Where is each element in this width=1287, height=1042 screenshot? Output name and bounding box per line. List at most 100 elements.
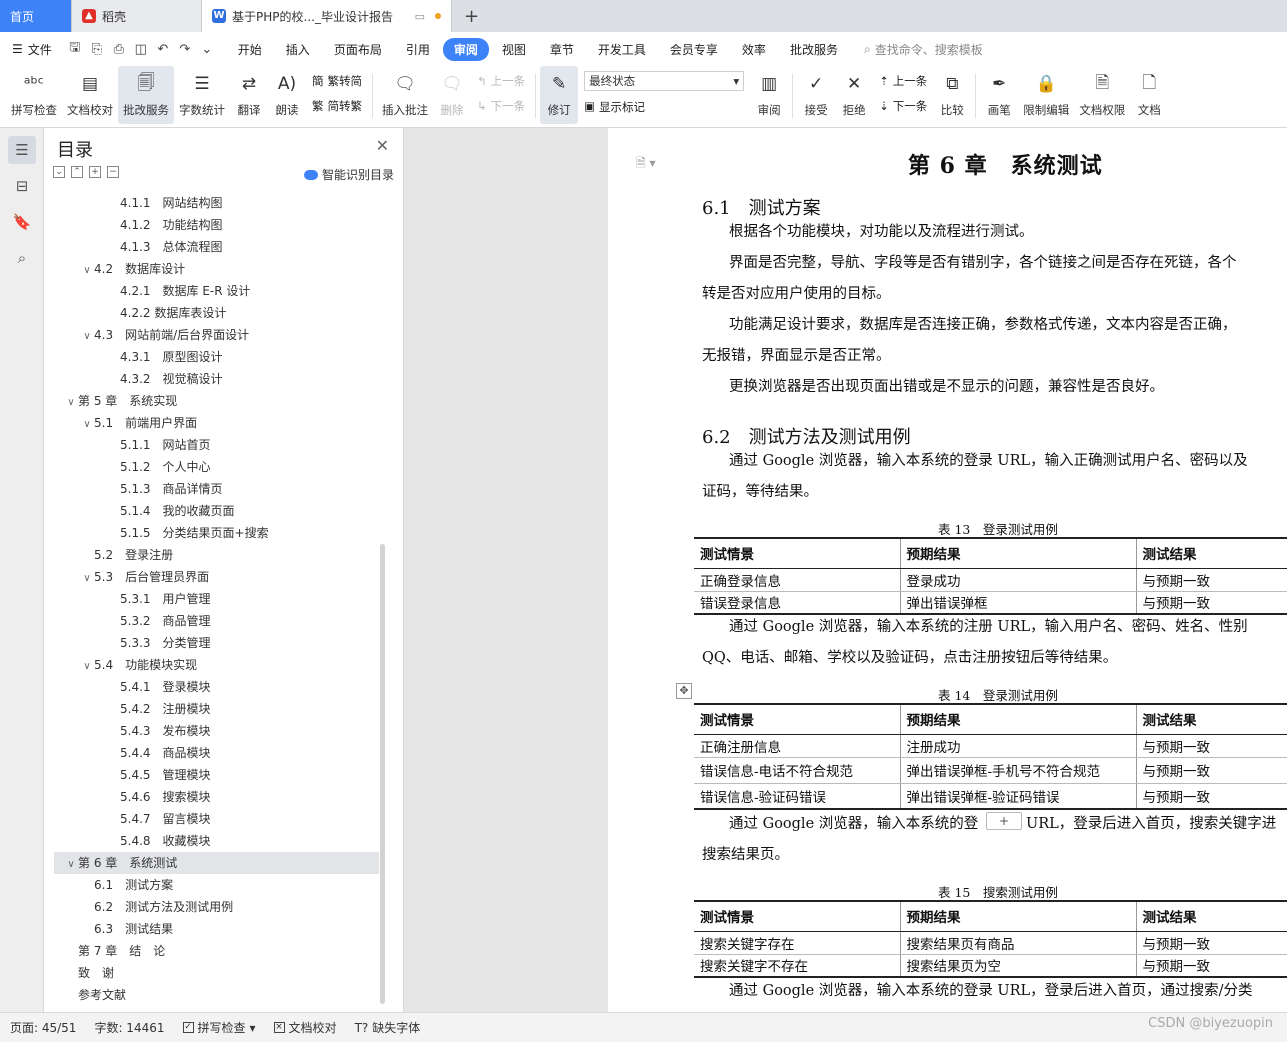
chapter-nav-icon[interactable]: ⊟ <box>8 172 36 200</box>
toc-item[interactable]: 6.3 测试结果 <box>54 918 379 940</box>
correction-service-button[interactable]: 🗐 批改服务 <box>118 66 174 124</box>
translate-button[interactable]: ⇄ 翻译 <box>230 66 268 124</box>
save-icon[interactable]: 🖫 <box>64 38 86 60</box>
doc-more-button[interactable]: 🗋 文档 <box>1130 66 1168 124</box>
toc-item[interactable]: 参考文献 <box>54 984 379 1006</box>
menu-tab-correction[interactable]: 批改服务 <box>779 38 849 61</box>
toc-item[interactable]: 5.3.1 用户管理 <box>54 588 379 610</box>
find-icon[interactable]: ⌕ <box>8 244 36 272</box>
remove-heading-icon[interactable]: − <box>107 166 119 178</box>
menu-tab-chapter[interactable]: 章节 <box>539 38 585 61</box>
toc-item[interactable]: 4.2.2 数据库表设计 <box>54 302 379 324</box>
toc-item[interactable]: 6.1 测试方案 <box>54 874 379 896</box>
prev-comment-button[interactable]: ↰ 上一条 <box>477 73 525 89</box>
toc-item[interactable]: 4.1.3 总体流程图 <box>54 236 379 258</box>
toc-item[interactable]: 5.3.3 分类管理 <box>54 632 379 654</box>
tab-daoke[interactable]: ▲ 稻壳 <box>72 0 202 32</box>
accept-button[interactable]: ✓ 接受 <box>797 66 835 124</box>
word-count-button[interactable]: ☰ 字数统计 <box>174 66 230 124</box>
toc-item[interactable]: 5.1.2 个人中心 <box>54 456 379 478</box>
menu-tab-reference[interactable]: 引用 <box>395 38 441 61</box>
reject-button[interactable]: ✕ 拒绝 <box>835 66 873 124</box>
close-icon[interactable]: ✕ <box>376 136 389 155</box>
chevron-down-icon[interactable]: ∨ <box>80 656 94 678</box>
chevron-down-icon[interactable]: ∨ <box>80 568 94 590</box>
toc-item[interactable]: 5.2 登录注册 <box>54 544 379 566</box>
table-move-handle-icon[interactable]: ✥ <box>676 683 692 699</box>
toc-item[interactable]: 5.4.6 搜索模块 <box>54 786 379 808</box>
add-heading-icon[interactable]: + <box>89 166 101 178</box>
bookmark-icon[interactable]: 🔖 <box>8 208 36 236</box>
document-page[interactable]: 🗎 ▾ 第 6 章 系统测试 6.1 测试方案 根据各个功能模块，对功能以及流程… <box>608 128 1287 1012</box>
chevron-down-icon[interactable]: ∨ <box>64 392 78 414</box>
file-menu[interactable]: ☰ 文件 <box>12 41 52 58</box>
word-count[interactable]: 字数: 14461 <box>94 1019 164 1036</box>
expand-up-icon[interactable]: ⌃ <box>71 166 83 178</box>
toc-item[interactable]: 5.4.7 留言模块 <box>54 808 379 830</box>
menu-tab-view[interactable]: 视图 <box>491 38 537 61</box>
toc-item[interactable]: 5.4.1 登录模块 <box>54 676 379 698</box>
toc-item[interactable]: ∨ 第 5 章 系统实现 <box>54 390 379 412</box>
menu-tab-start[interactable]: 开始 <box>227 38 273 61</box>
toc-item[interactable]: 5.3.2 商品管理 <box>54 610 379 632</box>
toc-item[interactable]: 5.4.5 管理模块 <box>54 764 379 786</box>
status-spell-check[interactable]: ✓ 拼写检查 ▾ <box>182 1019 256 1036</box>
toc-item[interactable]: 5.1.4 我的收藏页面 <box>54 500 379 522</box>
menu-tab-efficiency[interactable]: 效率 <box>731 38 777 61</box>
restrict-edit-button[interactable]: 🔒 限制编辑 <box>1018 66 1074 124</box>
page-options-icon[interactable]: 🗎 ▾ <box>636 154 656 175</box>
chevron-down-icon[interactable]: ∨ <box>80 326 94 348</box>
toc-panel-icon[interactable]: ☰ <box>8 136 36 164</box>
screen-icon[interactable]: ▭ <box>415 10 425 23</box>
menu-tab-review[interactable]: 审阅 <box>442 37 489 61</box>
toc-item[interactable]: 5.4.2 注册模块 <box>54 698 379 720</box>
toc-item[interactable]: 5.1.1 网站首页 <box>54 434 379 456</box>
next-comment-button[interactable]: ↳ 下一条 <box>477 98 525 114</box>
menu-tab-devtools[interactable]: 开发工具 <box>587 38 657 61</box>
toc-item[interactable]: 4.3.2 视觉稿设计 <box>54 368 379 390</box>
redo-icon[interactable]: ↷ <box>174 38 196 60</box>
add-row-plus-icon[interactable]: + <box>986 812 1022 830</box>
chevron-down-icon[interactable]: ∨ <box>64 854 78 876</box>
review-pane-button[interactable]: ▥ 审阅 <box>750 66 788 124</box>
delete-comment-button[interactable]: 🗨 删除 <box>433 66 471 124</box>
menu-tab-insert[interactable]: 插入 <box>275 38 321 61</box>
toc-item[interactable]: 5.1.3 商品详情页 <box>54 478 379 500</box>
toc-item[interactable]: 6.2 测试方法及测试用例 <box>54 896 379 918</box>
print-icon[interactable]: ⎙ <box>108 38 130 60</box>
status-missing-font[interactable]: T? 缺失字体 <box>355 1019 421 1036</box>
export-icon[interactable]: ⎘ <box>86 38 108 60</box>
page-count[interactable]: 页面: 45/51 <box>10 1019 76 1036</box>
prev-change-button[interactable]: ⇡ 上一条 <box>879 73 927 89</box>
more-chevron-icon[interactable]: ⌄ <box>196 38 218 60</box>
toc-item[interactable]: 5.1.5 分类结果页面+搜索 <box>54 522 379 544</box>
toc-item[interactable]: ∨ 5.1 前端用户界面 <box>54 412 379 434</box>
undo-icon[interactable]: ↶ <box>152 38 174 60</box>
show-markup-button[interactable]: ▣ 显示标记 <box>584 99 744 115</box>
compare-button[interactable]: ⧉ 比较 <box>933 66 971 124</box>
to-simplified-button[interactable]: 簡繁转简 <box>312 73 362 89</box>
toc-item[interactable]: 致 谢 <box>54 962 379 984</box>
chevron-down-icon[interactable]: ∨ <box>80 414 94 436</box>
to-traditional-button[interactable]: 繁简转繁 <box>312 98 362 114</box>
toc-item[interactable]: 4.3.1 原型图设计 <box>54 346 379 368</box>
toc-item[interactable]: ∨ 5.4 功能模块实现 <box>54 654 379 676</box>
toc-item[interactable]: 5.4.8 收藏模块 <box>54 830 379 852</box>
toc-item[interactable]: 5.4.3 发布模块 <box>54 720 379 742</box>
command-search[interactable]: ⌕ 查找命令、搜索模板 <box>864 41 983 58</box>
spell-check-button[interactable]: ᵃᵇᶜ 拼写检查 <box>6 66 62 124</box>
print-preview-icon[interactable]: ◫ <box>130 38 152 60</box>
toc-item[interactable]: 4.2.1 数据库 E-R 设计 <box>54 280 379 302</box>
pen-button[interactable]: ✒ 画笔 <box>980 66 1018 124</box>
track-changes-button[interactable]: ✎ 修订 <box>540 66 579 124</box>
chevron-down-icon[interactable]: ∨ <box>80 260 94 282</box>
toc-item[interactable]: ∨ 5.3 后台管理员界面 <box>54 566 379 588</box>
toc-item[interactable]: 第 7 章 结 论 <box>54 940 379 962</box>
smart-toc-button[interactable]: 智能识别目录 <box>303 166 394 183</box>
toc-item[interactable]: 5.4.4 商品模块 <box>54 742 379 764</box>
menu-tab-layout[interactable]: 页面布局 <box>323 38 393 61</box>
status-doc-proof[interactable]: × 文档校对 <box>273 1019 337 1036</box>
toc-scrollbar[interactable] <box>380 544 385 1004</box>
next-change-button[interactable]: ⇣ 下一条 <box>879 98 927 114</box>
new-tab-plus-icon[interactable]: + <box>452 0 491 32</box>
